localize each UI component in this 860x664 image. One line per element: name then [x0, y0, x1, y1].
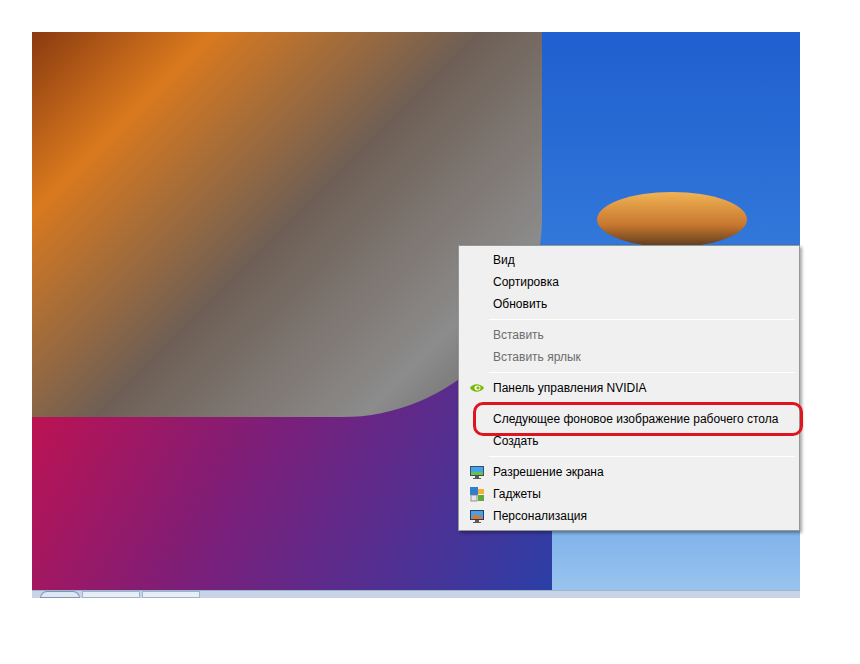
menu-item[interactable]: Следующее фоновое изображение рабочего с… [461, 408, 797, 430]
menu-separator [461, 399, 797, 408]
menu-item[interactable]: Вставить [461, 324, 797, 346]
taskbar [32, 590, 800, 598]
menu-item[interactable]: Обновить [461, 293, 797, 315]
menu-item-label: Создать [493, 432, 547, 450]
menu-item-label: Сортировка [493, 273, 567, 291]
menu-item-label: Панель управления NVIDIA [493, 379, 655, 397]
menu-item-gutter [461, 464, 493, 480]
menu-item-label: Вставить [493, 326, 552, 344]
menu-item[interactable]: Гаджеты [461, 483, 797, 505]
menu-item[interactable]: Создать [461, 430, 797, 452]
menu-item-label: Следующее фоновое изображение рабочего с… [493, 410, 786, 428]
nvidia-icon [469, 380, 485, 396]
highlight-annotation [473, 402, 803, 436]
menu-item[interactable]: Сортировка [461, 271, 797, 293]
menu-item[interactable]: Персонализация [461, 505, 797, 527]
menu-item-gutter [461, 486, 493, 502]
menu-separator [461, 368, 797, 377]
menu-item[interactable]: Панель управления NVIDIA [461, 377, 797, 399]
taskbar-button[interactable] [142, 591, 200, 598]
monitor-icon [469, 464, 485, 480]
menu-item[interactable]: Разрешение экрана [461, 461, 797, 483]
menu-item-label: Обновить [493, 295, 555, 313]
menu-item-label: Вставить ярлык [493, 348, 589, 366]
menu-item-gutter [461, 508, 493, 524]
menu-item-label: Вид [493, 251, 523, 269]
menu-item-label: Персонализация [493, 507, 595, 525]
menu-item[interactable]: Вставить ярлык [461, 346, 797, 368]
context-menu: Вид Сортировка Обновить Вставить Вставить яр… [458, 245, 800, 531]
menu-separator [461, 452, 797, 461]
menu-item-label: Разрешение экрана [493, 463, 612, 481]
menu-separator [461, 315, 797, 324]
start-button[interactable] [40, 591, 80, 598]
taskbar-button[interactable] [82, 591, 140, 598]
menu-item-gutter [461, 380, 493, 396]
gadgets-icon [469, 486, 485, 502]
wallpaper-tower [597, 192, 747, 247]
menu-item[interactable]: Вид [461, 249, 797, 271]
page: Вид Сортировка Обновить Вставить Вставить яр… [0, 0, 860, 664]
personalize-icon [469, 508, 485, 524]
menu-item-label: Гаджеты [493, 485, 549, 503]
